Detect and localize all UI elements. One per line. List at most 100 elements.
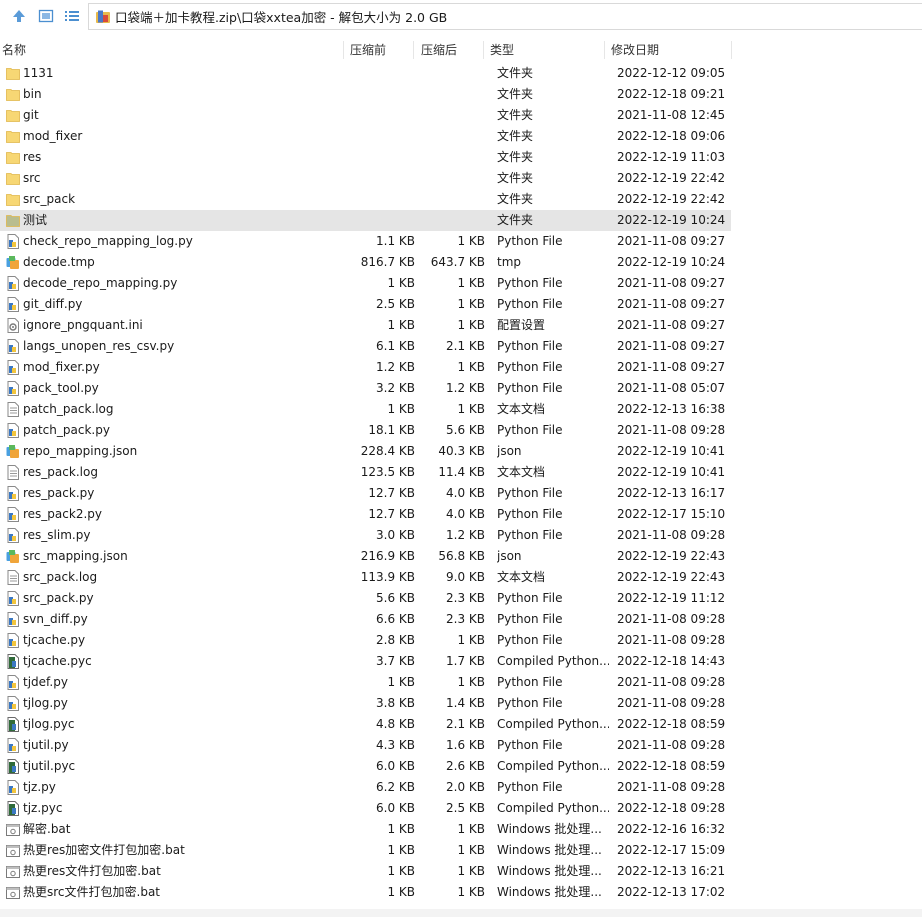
file-row[interactable]: src_pack.log 113.9 KB 9.0 KB 文本文档 2022-12-19… bbox=[0, 567, 731, 588]
column-separator[interactable] bbox=[731, 41, 732, 59]
file-row[interactable]: res_pack2.py 12.7 KB 4.0 KB Python File 2022… bbox=[0, 504, 731, 525]
file-row[interactable]: tjutil.pyc 6.0 KB 2.6 KB Compiled Python...… bbox=[0, 756, 731, 777]
file-packed-size: 56.8 KB bbox=[438, 549, 485, 563]
file-packed-size bbox=[415, 189, 485, 210]
file-size bbox=[340, 126, 415, 147]
file-row[interactable]: mod_fixer.py 1.2 KB 1 KB Python File 2021-11… bbox=[0, 357, 731, 378]
file-row[interactable]: tjz.py 6.2 KB 2.0 KB Python File 2021-11-08 … bbox=[0, 777, 731, 798]
file-row[interactable]: res_slim.py 3.0 KB 1.2 KB Python File 2021-1… bbox=[0, 525, 731, 546]
file-row[interactable]: svn_diff.py 6.6 KB 2.3 KB Python File 2021-1… bbox=[0, 609, 731, 630]
file-type: Python File bbox=[497, 423, 563, 437]
file-row[interactable]: 1131 文件夹 2022-12-12 09:05 bbox=[0, 63, 731, 84]
column-type[interactable]: 类型 bbox=[490, 39, 514, 61]
file-name: res bbox=[23, 150, 42, 164]
file-size bbox=[340, 189, 415, 210]
file-row[interactable]: tjz.pyc 6.0 KB 2.5 KB Compiled Python... 202… bbox=[0, 798, 731, 819]
thumbnail-view-icon[interactable] bbox=[37, 7, 55, 25]
file-row[interactable]: ignore_pngquant.ini 1 KB 1 KB 配置设置 2021-11-0… bbox=[0, 315, 731, 336]
file-type: Python File bbox=[497, 381, 563, 395]
file-row[interactable]: tjlog.py 3.8 KB 1.4 KB Python File 2021-11-0… bbox=[0, 693, 731, 714]
file-type: Windows 批处理... bbox=[497, 864, 602, 878]
file-row[interactable]: tjcache.py 2.8 KB 1 KB Python File 2021-11-0… bbox=[0, 630, 731, 651]
python-file-icon bbox=[6, 339, 20, 354]
file-row[interactable]: git 文件夹 2021-11-08 12:45 bbox=[0, 105, 731, 126]
file-packed-size bbox=[415, 105, 485, 126]
list-view-icon[interactable] bbox=[63, 7, 81, 25]
file-name: 解密.bat bbox=[23, 822, 71, 836]
file-packed-size bbox=[415, 168, 485, 189]
file-name: decode.tmp bbox=[23, 255, 95, 269]
column-modified[interactable]: 修改日期 bbox=[611, 39, 659, 61]
file-size: 3.0 KB bbox=[376, 528, 415, 542]
file-modified-date: 2021-11-08 09:28 bbox=[617, 423, 726, 437]
up-arrow-icon[interactable] bbox=[10, 7, 28, 25]
file-name: 热更res文件打包加密.bat bbox=[23, 864, 161, 878]
file-row[interactable]: src_pack 文件夹 2022-12-19 22:42 bbox=[0, 189, 731, 210]
file-modified-date: 2021-11-08 09:27 bbox=[617, 318, 726, 332]
file-row[interactable]: decode_repo_mapping.py 1 KB 1 KB Python Fil… bbox=[0, 273, 731, 294]
file-row[interactable]: pack_tool.py 3.2 KB 1.2 KB Python File 2021-… bbox=[0, 378, 731, 399]
file-row[interactable]: src 文件夹 2022-12-19 22:42 bbox=[0, 168, 731, 189]
file-packed-size: 1 KB bbox=[457, 297, 485, 311]
file-row[interactable]: 热更res加密文件打包加密.bat 1 KB 1 KB Windows 批处理... 2… bbox=[0, 840, 731, 861]
column-separator[interactable] bbox=[413, 41, 414, 59]
compiled-python-icon bbox=[6, 801, 20, 816]
file-size: 18.1 KB bbox=[368, 423, 415, 437]
file-packed-size: 4.0 KB bbox=[446, 486, 485, 500]
file-row[interactable]: langs_unopen_res_csv.py 6.1 KB 2.1 KB Pytho… bbox=[0, 336, 731, 357]
file-name: 热更res加密文件打包加密.bat bbox=[23, 843, 185, 857]
file-type: Python File bbox=[497, 234, 563, 248]
compiled-python-icon bbox=[6, 654, 20, 669]
file-modified-date: 2021-11-08 09:28 bbox=[617, 612, 726, 626]
file-packed-size: 1 KB bbox=[457, 843, 485, 857]
file-row[interactable]: src_pack.py 5.6 KB 2.3 KB Python File 2022-1… bbox=[0, 588, 731, 609]
column-separator[interactable] bbox=[483, 41, 484, 59]
file-row[interactable]: tjutil.py 4.3 KB 1.6 KB Python File 2021-11-… bbox=[0, 735, 731, 756]
file-packed-size bbox=[415, 63, 485, 84]
file-row[interactable]: patch_pack.py 18.1 KB 5.6 KB Python File 202… bbox=[0, 420, 731, 441]
file-packed-size: 2.3 KB bbox=[446, 591, 485, 605]
file-modified-date: 2021-11-08 09:28 bbox=[617, 696, 726, 710]
address-bar[interactable]: 口袋端＋加卡教程.zip\口袋xxtea加密 - 解包大小为 2.0 GB bbox=[88, 3, 922, 30]
file-size: 1 KB bbox=[387, 318, 415, 332]
column-separator[interactable] bbox=[343, 41, 344, 59]
batch-file-icon bbox=[6, 843, 20, 858]
column-name[interactable]: 名称 bbox=[2, 39, 26, 61]
file-row[interactable]: repo_mapping.json 228.4 KB 40.3 KB json 2022… bbox=[0, 441, 731, 462]
file-row[interactable]: decode.tmp 816.7 KB 643.7 KB tmp 2022-12-19 … bbox=[0, 252, 731, 273]
file-row[interactable]: bin 文件夹 2022-12-18 09:21 bbox=[0, 84, 731, 105]
file-row[interactable]: src_mapping.json 216.9 KB 56.8 KB json 2022-… bbox=[0, 546, 731, 567]
column-packed[interactable]: 压缩后 bbox=[421, 39, 457, 61]
file-row[interactable]: 热更src文件打包加密.bat 1 KB 1 KB Windows 批处理... 202… bbox=[0, 882, 731, 903]
file-row[interactable]: tjcache.pyc 3.7 KB 1.7 KB Compiled Python..… bbox=[0, 651, 731, 672]
file-row[interactable]: tjlog.pyc 4.8 KB 2.1 KB Compiled Python... 2… bbox=[0, 714, 731, 735]
column-size[interactable]: 压缩前 bbox=[350, 39, 386, 61]
column-separator[interactable] bbox=[604, 41, 605, 59]
file-row[interactable]: 测试 文件夹 2022-12-19 10:24 bbox=[0, 210, 731, 231]
file-row[interactable]: 热更res文件打包加密.bat 1 KB 1 KB Windows 批处理... 202… bbox=[0, 861, 731, 882]
python-file-icon bbox=[6, 507, 20, 522]
python-file-icon bbox=[6, 696, 20, 711]
file-type: Compiled Python... bbox=[497, 759, 609, 773]
file-name: src bbox=[23, 171, 41, 185]
file-type: 文件夹 bbox=[497, 87, 534, 101]
file-row[interactable]: 解密.bat 1 KB 1 KB Windows 批处理... 2022-12-16 1… bbox=[0, 819, 731, 840]
file-type: Python File bbox=[497, 297, 563, 311]
folder-icon bbox=[6, 108, 20, 123]
file-type: 文本文档 bbox=[497, 465, 546, 479]
file-row[interactable]: check_repo_mapping_log.py 1.1 KB 1 KB Pytho… bbox=[0, 231, 731, 252]
file-row[interactable]: res_pack.py 12.7 KB 4.0 KB Python File 2022-… bbox=[0, 483, 731, 504]
text-file-icon bbox=[6, 465, 20, 480]
file-row[interactable]: res 文件夹 2022-12-19 11:03 bbox=[0, 147, 731, 168]
data-file-icon bbox=[6, 444, 20, 459]
file-row[interactable]: tjdef.py 1 KB 1 KB Python File 2021-11-08 09… bbox=[0, 672, 731, 693]
python-file-icon bbox=[6, 780, 20, 795]
file-row[interactable]: git_diff.py 2.5 KB 1 KB Python File 2021-11-… bbox=[0, 294, 731, 315]
file-row[interactable]: mod_fixer 文件夹 2022-12-18 09:06 bbox=[0, 126, 731, 147]
file-row[interactable]: patch_pack.log 1 KB 1 KB 文本文档 2022-12-13 16:… bbox=[0, 399, 731, 420]
file-type: Windows 批处理... bbox=[497, 822, 602, 836]
file-name: 1131 bbox=[23, 66, 54, 80]
file-row[interactable]: res_pack.log 123.5 KB 11.4 KB 文本文档 2022-12-1… bbox=[0, 462, 731, 483]
python-file-icon bbox=[6, 423, 20, 438]
file-packed-size: 11.4 KB bbox=[438, 465, 485, 479]
